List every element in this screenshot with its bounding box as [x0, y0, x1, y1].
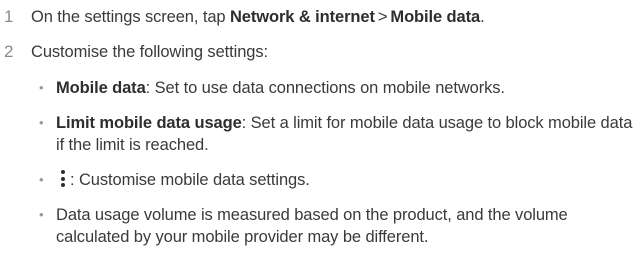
note-text: Data usage volume is measured based on t… [56, 206, 568, 246]
bullet-marker: • [39, 80, 44, 95]
more-options-icon [60, 170, 66, 187]
step-number: 2 [4, 42, 14, 61]
bullet-marker: • [39, 115, 44, 130]
menu-path-mobile-data: Mobile data [390, 8, 481, 26]
settings-bullet-list: • Mobile data: Set to use data connectio… [39, 77, 639, 248]
step-text: Customise the following settings: [31, 43, 268, 61]
menu-path-network: Network & internet [229, 8, 375, 26]
setting-term: Limit mobile data usage [56, 114, 242, 132]
setting-description: : Set to use data connections on mobile … [145, 79, 505, 97]
list-item: • Limit mobile data usage: Set a limit f… [39, 112, 639, 156]
step-text-before: On the settings screen, tap [31, 8, 230, 26]
step-text-after: . [480, 8, 485, 26]
list-item: • Mobile data: Set to use data connectio… [39, 77, 639, 99]
step-text: On the settings screen, tap Network & in… [31, 6, 485, 28]
list-item: • : Customise mobile data settings. [39, 169, 639, 191]
bullet-marker: • [39, 172, 44, 187]
setting-description: : Customise mobile data settings. [70, 171, 310, 189]
menu-path-separator: > [377, 8, 388, 26]
step-number: 1 [4, 7, 14, 26]
bullet-marker: • [39, 207, 44, 222]
instructions-document: 1 On the settings screen, tap Network & … [0, 0, 643, 258]
setting-term: Mobile data [56, 79, 146, 97]
list-item: • Data usage volume is measured based on… [39, 204, 639, 248]
